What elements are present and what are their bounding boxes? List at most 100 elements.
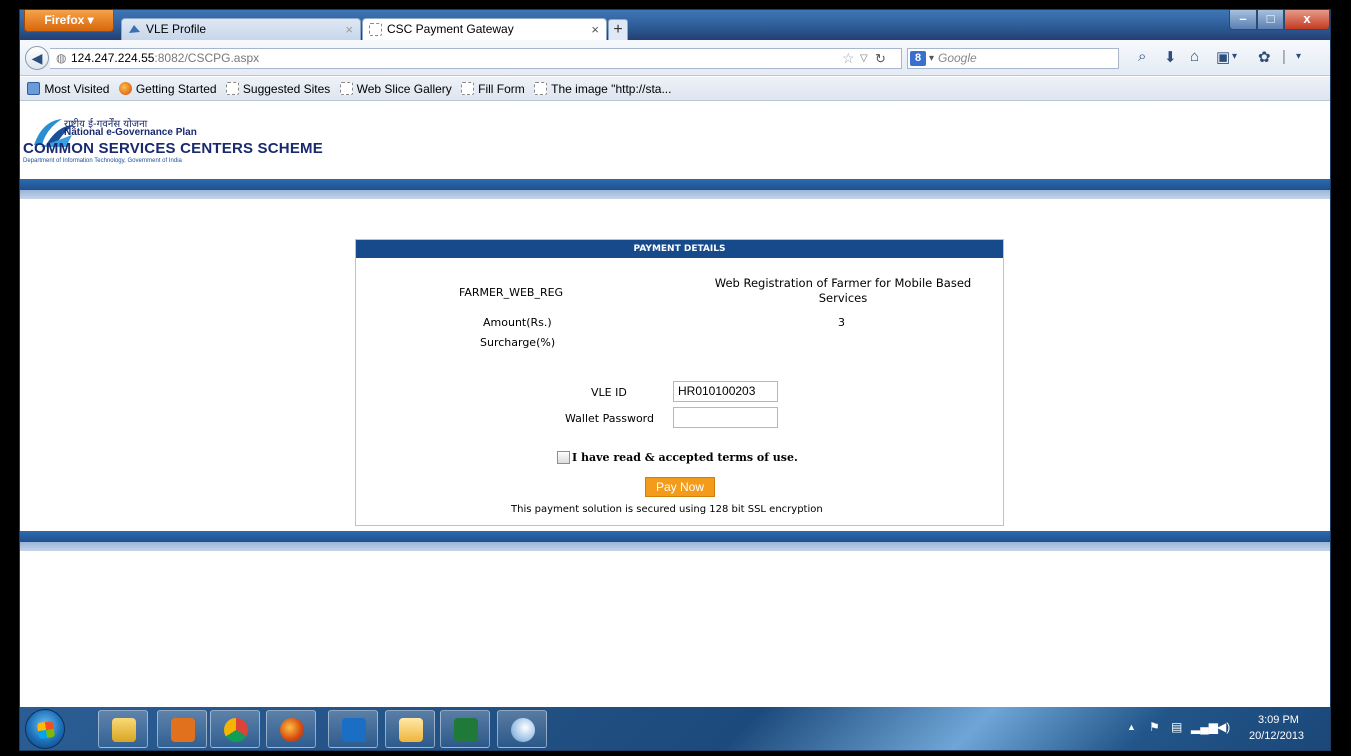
bookmark-most-visited[interactable]: Most Visited xyxy=(27,77,109,101)
bookmark-label: Most Visited xyxy=(44,82,110,96)
most-visited-icon xyxy=(27,82,41,95)
mail-icon xyxy=(399,718,423,742)
windows-logo-icon xyxy=(36,720,56,740)
new-tab-button[interactable]: + xyxy=(608,19,628,40)
maximize-button[interactable]: □ xyxy=(1257,10,1284,30)
terms-checkbox[interactable] xyxy=(557,451,570,464)
bookmark-label: Getting Started xyxy=(135,82,217,96)
tab-title: VLE Profile xyxy=(146,22,207,36)
addon-icon[interactable]: ▣ xyxy=(1216,48,1230,66)
bookmark-star-icon[interactable]: ☆ xyxy=(842,49,855,68)
clock-date[interactable]: 20/12/2013 xyxy=(1249,730,1304,742)
menu-dropdown-icon[interactable]: ▾ xyxy=(1296,51,1301,62)
blank-page-icon xyxy=(339,82,353,95)
page-content: राष्ट्रीय ई-गवर्नेंस योजना National e-Go… xyxy=(20,102,1330,707)
taskbar-chrome[interactable] xyxy=(210,710,260,748)
csc-logo: राष्ट्रीय ई-गवर्नेंस योजना National e-Go… xyxy=(20,102,340,182)
blank-page-icon xyxy=(534,82,548,95)
signal-strength-icon[interactable]: ▂▄▆ xyxy=(1191,720,1218,734)
blank-page-icon xyxy=(369,23,382,36)
pay-now-button[interactable]: Pay Now xyxy=(645,477,715,497)
bookmark-suggested-sites[interactable]: Suggested Sites xyxy=(225,77,331,101)
logo-department-text: Department of Information Technology, Go… xyxy=(23,158,182,164)
chrome-icon xyxy=(224,718,248,742)
blank-page-icon xyxy=(461,82,475,95)
back-button[interactable]: ◀ xyxy=(25,46,49,70)
reload-icon[interactable]: ↻ xyxy=(875,49,886,68)
bookmark-label: The image "http://sta... xyxy=(551,82,672,96)
volume-icon[interactable]: ◀) xyxy=(1217,720,1230,734)
bookmark-getting-started[interactable]: Getting Started xyxy=(118,77,217,101)
bookmark-label: Suggested Sites xyxy=(242,82,331,96)
extension-icon[interactable]: ✿ xyxy=(1258,48,1271,66)
home-icon[interactable]: ⌂ xyxy=(1190,48,1199,65)
firefox-icon xyxy=(118,82,132,95)
outlook-icon xyxy=(171,718,195,742)
bookmark-the-image[interactable]: The image "http://sta... xyxy=(534,77,671,101)
tab-close-icon[interactable]: × xyxy=(591,19,599,40)
bookmark-label: Fill Form xyxy=(478,82,525,96)
search-bar[interactable]: 8 ▾ Google xyxy=(907,48,1119,69)
taskbar-explorer[interactable] xyxy=(98,710,148,748)
surcharge-label: Surcharge(%) xyxy=(480,336,556,349)
action-center-flag-icon[interactable]: ⚑ xyxy=(1149,720,1160,734)
search-placeholder: Google xyxy=(938,51,977,65)
firefox-icon xyxy=(280,718,304,742)
addon-dropdown-icon[interactable]: ▾ xyxy=(1232,51,1237,62)
wallet-password-label: Wallet Password xyxy=(565,412,654,425)
tab-close-icon[interactable]: × xyxy=(345,19,353,40)
search-engine-dropdown-icon[interactable]: ▾ xyxy=(929,49,934,68)
globe-icon: ◍ xyxy=(56,51,67,65)
service-code: FARMER_WEB_REG xyxy=(459,286,564,299)
taskbar-paint[interactable] xyxy=(497,710,547,748)
bookmarks-bar: Most Visited Getting Started Suggested S… xyxy=(20,77,1330,101)
vle-id-label: VLE ID xyxy=(591,386,627,399)
minimize-button[interactable]: – xyxy=(1229,10,1257,30)
tab-csc-payment-gateway[interactable]: CSC Payment Gateway × xyxy=(362,18,607,40)
network-icon[interactable]: ▤ xyxy=(1171,720,1182,734)
service-description: Web Registration of Farmer for Mobile Ba… xyxy=(714,276,972,305)
address-bar[interactable]: ◍ 124.247.224.55:8082/CSCPG.aspx ☆ ▽ ↻ xyxy=(50,48,902,69)
close-button[interactable]: x xyxy=(1284,10,1330,30)
amount-value: 3 xyxy=(838,316,845,329)
url-path: :8082/CSCPG.aspx xyxy=(154,51,260,65)
title-bar: Firefox ▾ VLE Profile × CSC Payment Gate… xyxy=(20,10,1330,40)
start-button[interactable] xyxy=(25,709,65,749)
logo-scheme-title: COMMON SERVICES CENTERS SCHEME xyxy=(23,140,323,157)
search-icon[interactable]: ⌕ xyxy=(1138,48,1146,65)
excel-icon xyxy=(454,718,478,742)
firefox-menu-label: Firefox xyxy=(44,13,85,27)
clock-time[interactable]: 3:09 PM xyxy=(1258,714,1299,726)
header-stripe xyxy=(20,179,1330,199)
footer-stripe xyxy=(20,531,1330,551)
panel-title: PAYMENT DETAILS xyxy=(356,240,1003,258)
navigation-bar: ◀ ◍ 124.247.224.55:8082/CSCPG.aspx ☆ ▽ ↻… xyxy=(20,40,1330,76)
paint-icon xyxy=(511,718,535,742)
bookmark-label: Web Slice Gallery xyxy=(356,82,452,96)
history-dropdown-icon[interactable]: ▽ xyxy=(860,49,868,68)
taskbar-excel[interactable] xyxy=(440,710,490,748)
bookmark-fill-form[interactable]: Fill Form xyxy=(461,77,525,101)
taskbar-maxthon[interactable] xyxy=(328,710,378,748)
menu-arrow-icon: ▾ xyxy=(84,13,94,27)
ssl-note: This payment solution is secured using 1… xyxy=(511,504,823,515)
taskbar-mail[interactable] xyxy=(385,710,435,748)
search-engine-icon[interactable]: 8 xyxy=(910,51,926,66)
taskbar-outlook[interactable] xyxy=(157,710,207,748)
system-tray: ▲ ⚑ ▤ ▂▄▆ ◀) 3:09 PM 20/12/2013 xyxy=(1127,707,1330,750)
show-hidden-icons-icon[interactable]: ▲ xyxy=(1127,722,1136,732)
blank-page-icon xyxy=(225,82,239,95)
vle-id-field[interactable]: HR010100203 xyxy=(673,381,778,402)
downloads-icon[interactable]: ⬇ xyxy=(1164,48,1177,66)
wallet-password-field[interactable] xyxy=(673,407,778,428)
terms-label[interactable]: I have read & accepted terms of use. xyxy=(572,451,798,464)
firefox-menu-button[interactable]: Firefox ▾ xyxy=(24,10,114,32)
url-text: 124.247.224.55:8082/CSCPG.aspx xyxy=(71,49,259,68)
payment-details-panel: PAYMENT DETAILS FARMER_WEB_REG Web Regis… xyxy=(355,239,1004,526)
taskbar-firefox[interactable] xyxy=(266,710,316,748)
bookmark-web-slice-gallery[interactable]: Web Slice Gallery xyxy=(339,77,452,101)
logo-plan-text: National e-Governance Plan xyxy=(64,127,197,138)
tab-vle-profile[interactable]: VLE Profile × xyxy=(121,18,361,40)
url-host: 124.247.224.55 xyxy=(71,51,155,65)
browser-window: Firefox ▾ VLE Profile × CSC Payment Gate… xyxy=(19,9,1331,751)
